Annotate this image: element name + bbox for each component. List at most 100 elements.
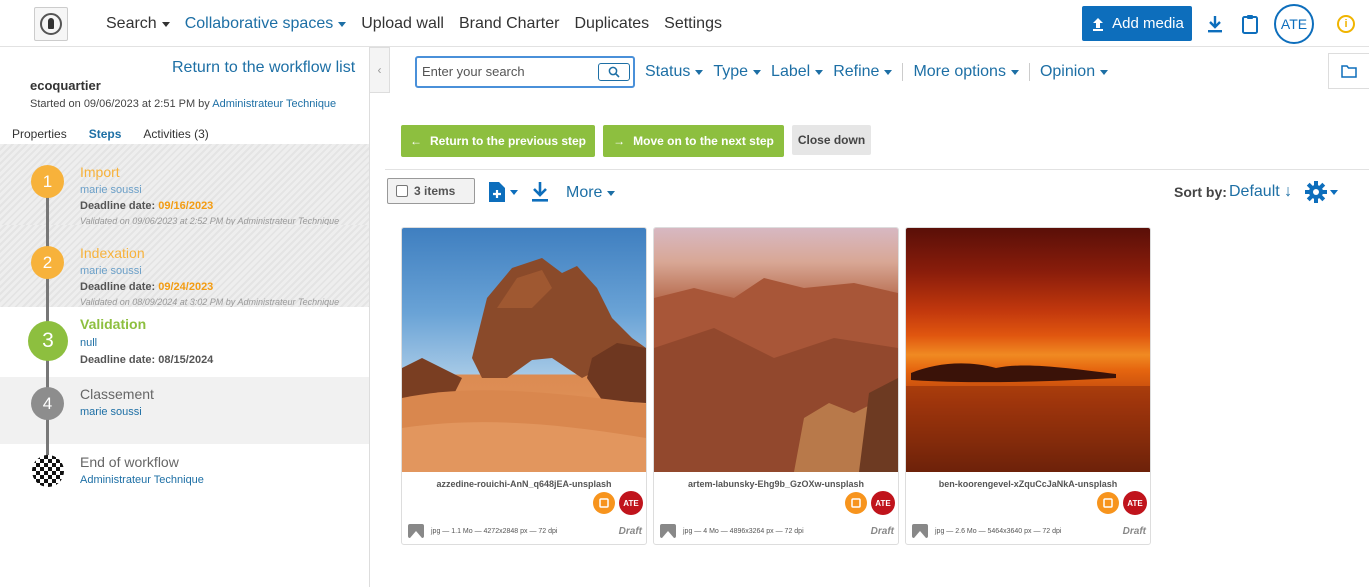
app-logo[interactable] — [34, 7, 68, 41]
chevron-down-icon — [1010, 69, 1019, 75]
image-type-icon — [660, 524, 676, 538]
media-thumbnail[interactable] — [654, 228, 898, 472]
add-media-button[interactable]: Add media — [1082, 6, 1192, 41]
tab-properties[interactable]: Properties — [12, 127, 67, 141]
nav-collaborative-spaces[interactable]: Collaborative spaces — [185, 15, 347, 33]
more-menu-label: More — [566, 184, 603, 201]
step-user[interactable]: Administrateur Technique — [80, 474, 204, 486]
tab-steps[interactable]: Steps — [89, 127, 122, 141]
filter-more-options-label: More options — [913, 63, 1006, 80]
previous-step-label: Return to the previous step — [429, 134, 587, 148]
filter-type[interactable]: Type — [713, 63, 771, 81]
workflow-steps: 1 Import marie soussi Deadline date: 09/… — [0, 144, 369, 504]
nav-search-label: Search — [106, 15, 157, 32]
deadline-value: 09/24/2023 — [158, 281, 214, 293]
step-title: End of workflow — [80, 454, 179, 470]
owner-badge[interactable]: ATE — [871, 491, 895, 515]
media-filename[interactable]: ben-koorengevel-xZquCcJaNkA-unsplash — [906, 479, 1150, 489]
sidebar-tabs: Properties Steps Activities (3) — [12, 127, 209, 141]
step-user[interactable]: null — [80, 337, 97, 349]
main-nav: Search Collaborative spaces Upload wall … — [106, 15, 737, 33]
chevron-down-icon — [1100, 69, 1109, 75]
step-end-of-workflow[interactable]: End of workflow Administrateur Technique — [0, 444, 369, 504]
folder-icon — [1341, 65, 1357, 78]
tab-activities[interactable]: Activities (3) — [143, 127, 208, 141]
info-icon[interactable]: i — [1337, 15, 1355, 33]
items-count: 3 items — [414, 184, 456, 198]
step-number-badge: 4 — [31, 387, 64, 420]
media-card[interactable]: artem-labunsky-Ehg9b_GzOXw-unsplash ATE … — [653, 227, 899, 545]
owner-badge[interactable]: ATE — [619, 491, 643, 515]
media-filename[interactable]: azzedine-rouichi-AnN_q648jEA-unsplash — [402, 479, 646, 489]
filter-opinion[interactable]: Opinion — [1040, 63, 1118, 81]
deadline-label: Deadline date: — [80, 281, 159, 293]
filter-refine-label: Refine — [833, 63, 880, 80]
deadline-label: Deadline date: — [80, 200, 159, 212]
nav-duplicates[interactable]: Duplicates — [574, 15, 649, 33]
search-button[interactable] — [598, 63, 630, 81]
media-thumbnail[interactable] — [402, 228, 646, 472]
step-user[interactable]: marie soussi — [80, 406, 142, 418]
add-document-icon — [489, 182, 505, 202]
nav-duplicates-label: Duplicates — [574, 15, 650, 32]
sort-dropdown[interactable]: Default ↓ — [1229, 183, 1292, 201]
copy-icon[interactable] — [593, 492, 615, 514]
select-all-items[interactable]: 3 items — [387, 178, 475, 204]
select-all-checkbox[interactable] — [396, 185, 408, 197]
search-input[interactable] — [422, 64, 592, 79]
step-validation[interactable]: 3 Validation null Deadline date: 08/15/2… — [0, 307, 369, 377]
collapse-sidebar-button[interactable]: ‹ — [370, 47, 390, 93]
close-down-button[interactable]: Close down — [792, 125, 871, 155]
deadline-value: 08/15/2024 — [158, 354, 214, 366]
download-icon — [532, 182, 548, 202]
next-step-button[interactable]: → Move on to the next step — [603, 125, 784, 157]
step-deadline: Deadline date: 09/24/2023 — [80, 281, 213, 293]
media-meta-text: jpg — 4 Mo — 4896x3264 px — 72 dpi — [683, 527, 804, 535]
nav-search[interactable]: Search — [106, 15, 170, 33]
started-by-link[interactable]: Administrateur Technique — [212, 98, 336, 110]
chevron-down-icon — [607, 190, 616, 196]
owner-badge[interactable]: ATE — [1123, 491, 1147, 515]
nav-settings[interactable]: Settings — [664, 15, 722, 33]
step-title: Indexation — [80, 245, 145, 261]
step-user[interactable]: marie soussi — [80, 184, 142, 196]
media-thumbnail[interactable] — [906, 228, 1150, 472]
step-user[interactable]: marie soussi — [80, 265, 142, 277]
nav-upload-wall[interactable]: Upload wall — [361, 15, 444, 33]
download-icon[interactable] — [1206, 14, 1226, 34]
media-meta-text: jpg — 1.1 Mo — 4272x2848 px — 72 dpi — [431, 527, 558, 535]
add-document-button[interactable] — [487, 181, 518, 203]
view-settings-button[interactable] — [1305, 181, 1338, 203]
filter-label[interactable]: Label — [771, 63, 833, 81]
nav-brand-charter[interactable]: Brand Charter — [459, 15, 560, 33]
copy-icon[interactable] — [1097, 492, 1119, 514]
media-card[interactable]: ben-koorengevel-xZquCcJaNkA-unsplash ATE… — [905, 227, 1151, 545]
download-selection-button[interactable] — [530, 181, 550, 203]
chevron-down-icon — [753, 69, 762, 75]
nav-brand-charter-label: Brand Charter — [458, 15, 560, 32]
filter-status[interactable]: Status — [645, 63, 713, 81]
copy-icon[interactable] — [845, 492, 867, 514]
chevron-down-icon — [510, 189, 518, 195]
folder-panel-button[interactable] — [1328, 53, 1369, 89]
chevron-down-icon — [161, 21, 170, 27]
user-avatar[interactable]: ATE — [1274, 4, 1314, 44]
return-to-workflow-list-link[interactable]: Return to the workflow list — [172, 59, 355, 77]
filter-refine[interactable]: Refine — [833, 63, 904, 81]
more-menu[interactable]: More — [566, 184, 616, 202]
nav-upload-wall-label: Upload wall — [361, 15, 444, 32]
image-type-icon — [408, 524, 424, 538]
close-down-label: Close down — [797, 133, 866, 147]
chevron-down-icon — [338, 21, 347, 27]
step-deadline: Deadline date: 08/15/2024 — [80, 354, 213, 366]
media-filename[interactable]: artem-labunsky-Ehg9b_GzOXw-unsplash — [654, 479, 898, 489]
filter-more-options[interactable]: More options — [913, 63, 1030, 81]
media-card[interactable]: azzedine-rouichi-AnN_q648jEA-unsplash AT… — [401, 227, 647, 545]
step-indexation[interactable]: 2 Indexation marie soussi Deadline date:… — [0, 225, 369, 318]
search-icon — [608, 66, 620, 78]
previous-step-button[interactable]: ← Return to the previous step — [401, 125, 595, 157]
step-import[interactable]: 1 Import marie soussi Deadline date: 09/… — [0, 144, 369, 226]
nav-settings-label: Settings — [664, 15, 722, 32]
step-classement[interactable]: 4 Classement marie soussi — [0, 377, 369, 444]
clipboard-icon[interactable] — [1241, 14, 1261, 34]
